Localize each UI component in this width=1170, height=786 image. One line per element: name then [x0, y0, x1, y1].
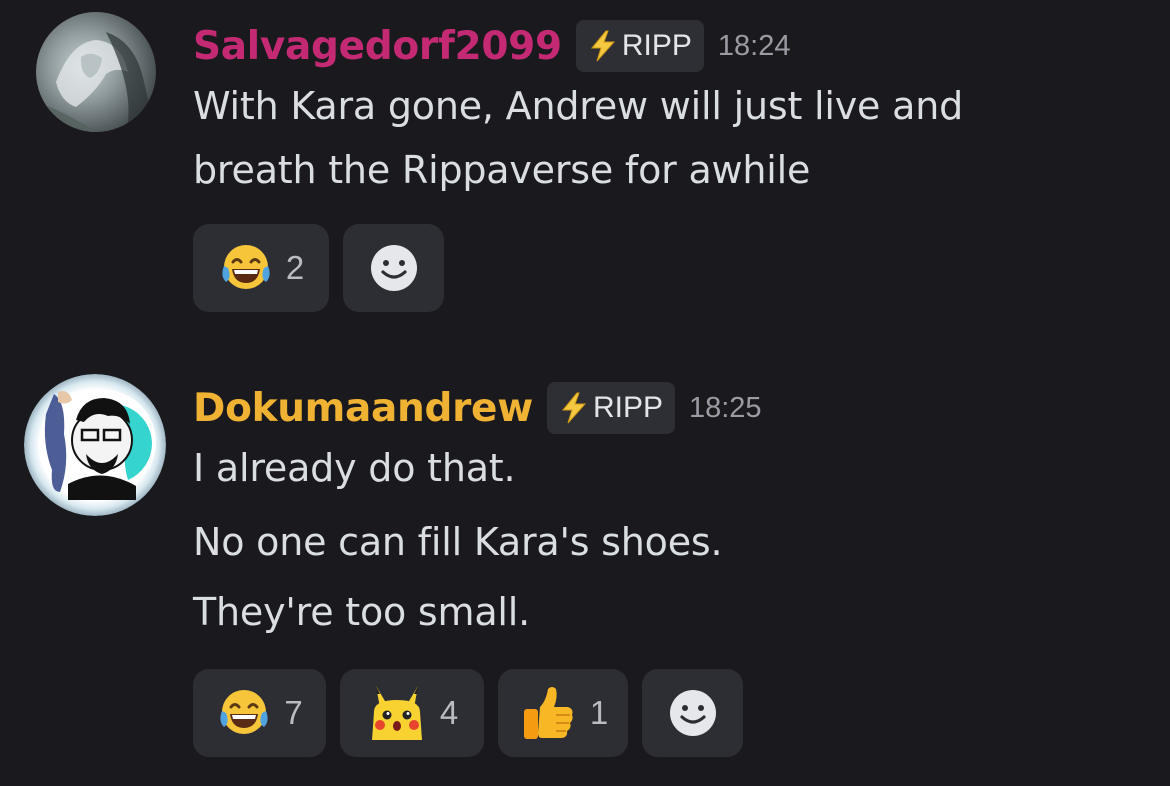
thumbs-up-emoji [523, 687, 573, 739]
surprised-pikachu-emoji [371, 686, 422, 740]
add-reaction-button[interactable] [642, 669, 743, 757]
add-reaction-icon [669, 690, 716, 736]
message-header: Dokumaandrew RIPP 18:25 [193, 380, 762, 436]
server-tag[interactable]: RIPP [546, 382, 675, 434]
reaction-count: 4 [439, 694, 459, 731]
message-header: Salvagedorf2099 RIPP 18:24 [193, 18, 790, 74]
server-tag-label: RIPP [592, 391, 663, 424]
reactions-bar: 2 [193, 224, 444, 312]
message-text-line: They're too small. [193, 590, 531, 634]
reaction-count: 1 [589, 694, 609, 731]
reactions-bar: 7 4 1 [193, 669, 743, 757]
reaction-joy[interactable]: 2 [193, 224, 329, 312]
server-tag[interactable]: RIPP [575, 20, 704, 72]
message-text-line: breath the Rippaverse for awhile [193, 148, 811, 192]
message-text-line: I already do that. [193, 446, 516, 490]
user-avatar-dokumaandrew[interactable] [24, 374, 166, 516]
joy-emoji [220, 690, 268, 734]
user-avatar-salvagedorf[interactable] [36, 12, 156, 132]
username[interactable]: Salvagedorf2099 [193, 24, 562, 69]
add-reaction-button[interactable] [343, 224, 444, 312]
lightning-bolt-icon [590, 30, 615, 62]
reaction-surprised-pikachu[interactable]: 4 [340, 669, 484, 757]
timestamp: 18:24 [717, 29, 791, 62]
add-reaction-icon [370, 245, 417, 291]
server-tag-label: RIPP [621, 29, 692, 62]
reaction-count: 7 [284, 694, 303, 731]
timestamp: 18:25 [688, 391, 762, 424]
reaction-count: 2 [285, 249, 305, 286]
message-text-line: With Kara gone, Andrew will just live an… [193, 84, 964, 128]
message-text-line: No one can fill Kara's shoes. [193, 520, 723, 564]
username[interactable]: Dokumaandrew [193, 386, 533, 431]
joy-emoji [222, 245, 270, 289]
reaction-joy[interactable]: 7 [193, 669, 326, 757]
reaction-thumbs-up[interactable]: 1 [498, 669, 628, 757]
lightning-bolt-icon [561, 392, 587, 424]
